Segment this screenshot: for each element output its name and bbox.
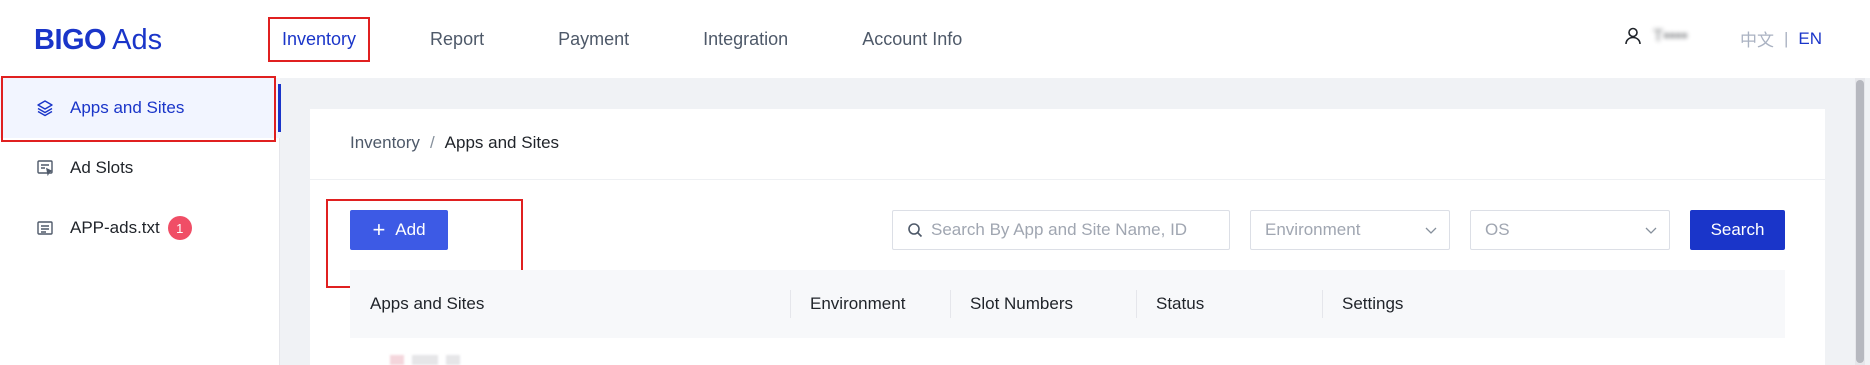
user-menu[interactable]: T▪▪▪▪ xyxy=(1625,26,1688,46)
table-row xyxy=(390,355,510,365)
sidebar-item-ad-slots[interactable]: Ad Slots xyxy=(0,138,280,198)
breadcrumb-current: Apps and Sites xyxy=(444,133,560,152)
logo-ads-text: Ads xyxy=(112,23,163,56)
bigo-ads-logo[interactable]: BIGO Ads xyxy=(34,20,162,60)
search-icon xyxy=(908,223,923,238)
add-button-label: Add xyxy=(395,220,426,239)
lang-separator: | xyxy=(1784,28,1789,48)
plus-icon: + xyxy=(372,217,386,242)
breadcrumb-separator: / xyxy=(429,133,435,152)
document-icon xyxy=(36,219,54,237)
table-header: Apps and Sites Environment Slot Numbers … xyxy=(350,270,1785,338)
sidebar-item-label: Apps and Sites xyxy=(70,98,185,117)
chevron-down-icon xyxy=(1425,227,1437,234)
column-header-slot-numbers: Slot Numbers xyxy=(950,270,1136,338)
chevron-down-icon xyxy=(1645,227,1657,234)
layers-icon xyxy=(36,99,54,117)
column-header-status: Status xyxy=(1136,270,1322,338)
lang-zh[interactable]: 中文 xyxy=(1740,26,1774,51)
nav-inventory[interactable]: Inventory xyxy=(267,16,371,62)
logo-bigo-text: BIGO xyxy=(34,23,107,56)
sidebar-item-apps-and-sites[interactable]: Apps and Sites xyxy=(0,78,281,138)
environment-select[interactable]: Environment xyxy=(1250,210,1450,250)
sidebar-item-app-ads-txt[interactable]: APP-ads.txt 1 xyxy=(0,198,280,258)
environment-select-placeholder: Environment xyxy=(1265,220,1361,239)
os-select-placeholder: OS xyxy=(1485,220,1510,239)
user-icon xyxy=(1625,27,1641,45)
content-card: Inventory / Apps and Sites + Add Environ… xyxy=(310,109,1825,365)
nav-report[interactable]: Report xyxy=(418,19,496,60)
notification-badge: 1 xyxy=(167,216,192,240)
search-field[interactable] xyxy=(892,210,1230,250)
sidebar-item-label: Ad Slots xyxy=(70,158,134,177)
top-navigation-bar: BIGO Ads Inventory Report Payment Integr… xyxy=(0,0,1870,78)
column-header-settings: Settings xyxy=(1322,270,1785,338)
nav-payment[interactable]: Payment xyxy=(546,19,641,60)
column-header-environment: Environment xyxy=(790,270,950,338)
sidebar: Apps and Sites Ad Slots APP-ads.txt 1 xyxy=(0,78,281,365)
breadcrumb-inventory[interactable]: Inventory xyxy=(350,133,420,153)
divider xyxy=(310,179,1825,180)
scrollbar-thumb[interactable] xyxy=(1856,80,1864,363)
breadcrumb: Inventory / Apps and Sites xyxy=(350,133,559,153)
lang-en[interactable]: EN xyxy=(1798,29,1822,49)
ad-slot-icon xyxy=(36,159,54,177)
main-nav: Inventory Report Payment Integration Acc… xyxy=(267,0,1024,78)
search-button[interactable]: Search xyxy=(1690,210,1785,250)
user-name: T▪▪▪▪ xyxy=(1653,26,1688,45)
page-scrollbar[interactable] xyxy=(1855,78,1865,365)
sidebar-item-label: APP-ads.txt xyxy=(70,218,160,237)
column-header-apps-and-sites: Apps and Sites xyxy=(370,294,485,313)
nav-account-info[interactable]: Account Info xyxy=(850,19,974,60)
search-input[interactable] xyxy=(931,220,1221,240)
add-button[interactable]: + Add xyxy=(350,210,448,250)
os-select[interactable]: OS xyxy=(1470,210,1670,250)
language-switch: 中文 | EN xyxy=(1740,26,1822,51)
nav-integration[interactable]: Integration xyxy=(691,19,800,60)
